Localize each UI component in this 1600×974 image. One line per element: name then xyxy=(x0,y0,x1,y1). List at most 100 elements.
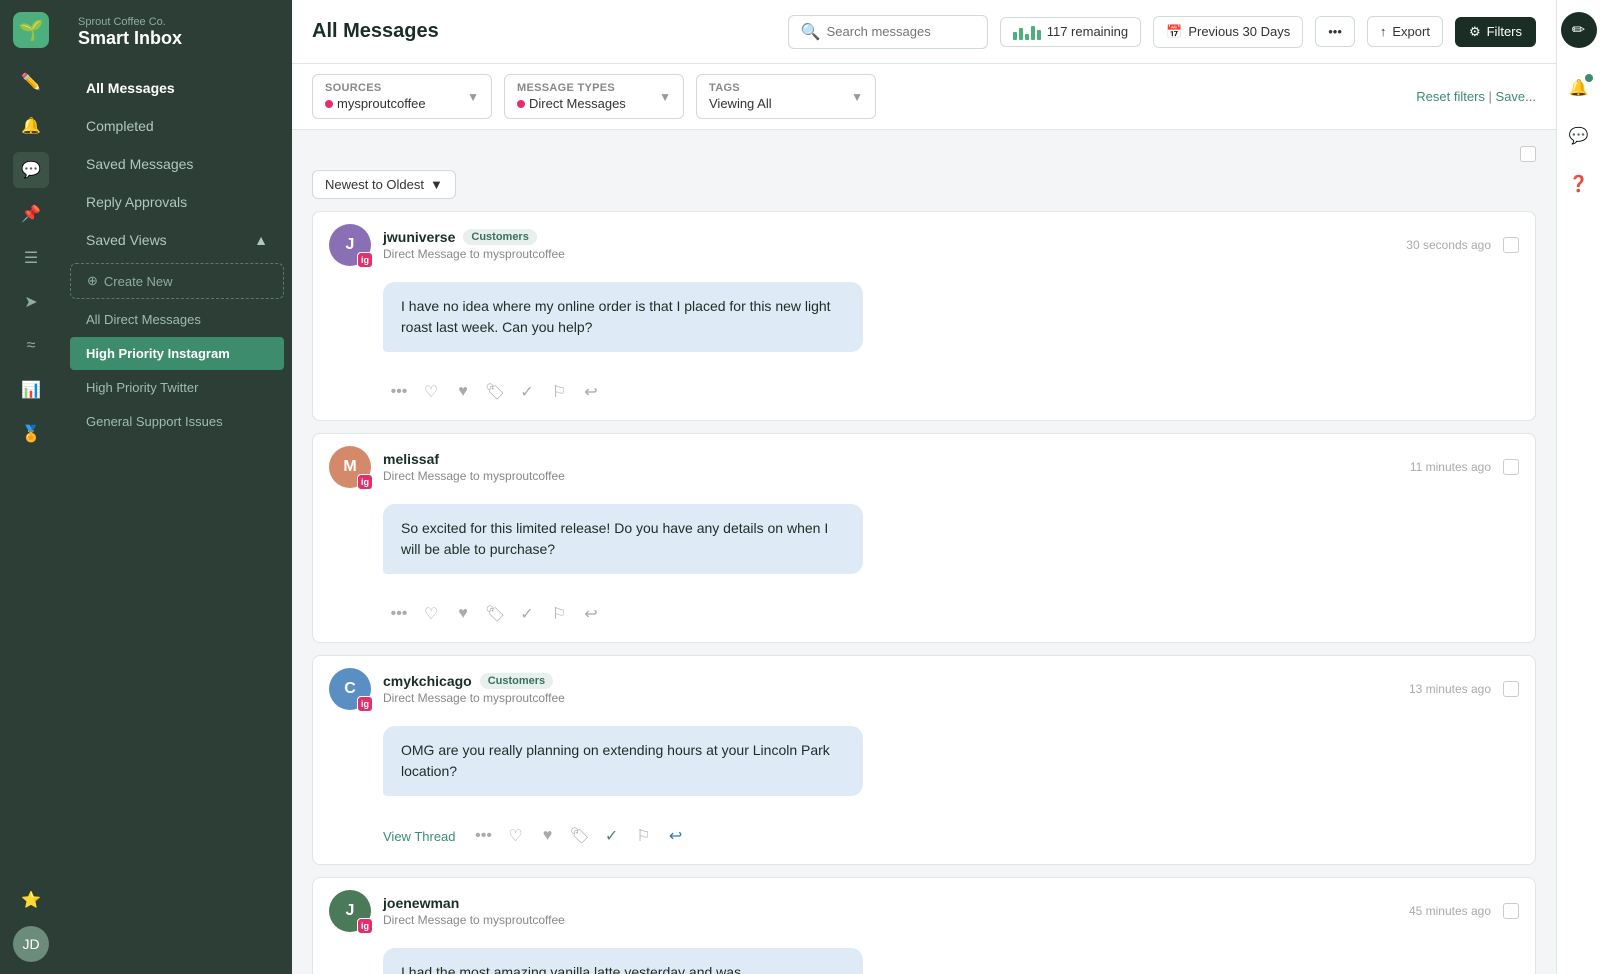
sort-dropdown[interactable]: Newest to Oldest ▼ xyxy=(312,170,456,199)
save-filters-link[interactable]: Save... xyxy=(1496,89,1536,104)
sidebar-item-all-direct[interactable]: All Direct Messages xyxy=(70,303,284,336)
more-action-icon[interactable]: ••• xyxy=(383,376,415,408)
reset-filters-link[interactable]: Reset filters xyxy=(1416,89,1485,104)
message-username: jwuniverse Customers xyxy=(383,229,1394,245)
message-types-label-group: Message Types Direct Messages xyxy=(517,82,626,111)
nav-icon-badge[interactable]: 🏅 xyxy=(13,416,49,452)
search-bar[interactable]: 🔍 xyxy=(788,15,988,49)
remaining-button[interactable]: 117 remaining xyxy=(1000,17,1141,47)
message-types-dropdown[interactable]: Message Types Direct Messages ▼ xyxy=(504,74,684,119)
nav-icon-list[interactable]: ☰ xyxy=(13,240,49,276)
view-thread-link[interactable]: View Thread xyxy=(383,829,456,844)
nav-icon-chart[interactable]: 📊 xyxy=(13,372,49,408)
right-edit-icon[interactable]: ✏ xyxy=(1561,12,1597,48)
more-action-icon[interactable]: ••• xyxy=(468,820,500,852)
plus-icon: ⊕ xyxy=(87,273,98,289)
select-all-checkbox[interactable] xyxy=(1520,146,1536,162)
message-time: 11 minutes ago xyxy=(1410,460,1491,474)
heart-fill-icon[interactable]: ♥ xyxy=(447,598,479,630)
heart-fill-icon[interactable]: ♥ xyxy=(447,376,479,408)
heart-fill-icon[interactable]: ♥ xyxy=(532,820,564,852)
export-button[interactable]: ↑ Export xyxy=(1367,16,1443,47)
sources-dropdown[interactable]: Sources mysproutcoffee ▼ xyxy=(312,74,492,119)
date-range-label: Previous 30 Days xyxy=(1188,24,1290,39)
tags-label-group: Tags Viewing All xyxy=(709,82,772,111)
more-options-button[interactable]: ••• xyxy=(1315,16,1355,47)
heart-outline-icon[interactable]: ♡ xyxy=(415,598,447,630)
sidebar-item-hi-instagram[interactable]: High Priority Instagram xyxy=(70,337,284,370)
instagram-icon: ig xyxy=(357,918,373,934)
nav-icon-send[interactable]: ➤ xyxy=(13,284,49,320)
nav-avatar[interactable]: JD xyxy=(13,926,49,962)
message-header: J ig joenewman Direct Message to mysprou… xyxy=(313,878,1535,944)
avatar: M ig xyxy=(329,446,371,488)
message-types-title: Message Types xyxy=(517,82,626,94)
instagram-icon: ig xyxy=(357,696,373,712)
search-input[interactable] xyxy=(827,24,967,39)
message-checkbox[interactable] xyxy=(1503,681,1519,697)
pin-icon[interactable]: ⚐ xyxy=(543,598,575,630)
sidebar-brand: Sprout Coffee Co. Smart Inbox xyxy=(62,16,292,69)
search-icon: 🔍 xyxy=(801,22,821,42)
message-checkbox[interactable] xyxy=(1503,903,1519,919)
nav-icon-inbox[interactable]: 💬 xyxy=(13,152,49,188)
message-checkbox[interactable] xyxy=(1503,237,1519,253)
saved-views-sub: ⊕ Create New All Direct Messages High Pr… xyxy=(62,259,292,439)
reply-icon[interactable]: ↩ xyxy=(575,376,607,408)
tag-icon[interactable]: 🏷 xyxy=(479,376,511,408)
pin-icon[interactable]: ⚐ xyxy=(628,820,660,852)
tag-icon[interactable]: 🏷 xyxy=(479,598,511,630)
filters-button[interactable]: ⚙ Filters xyxy=(1455,17,1536,47)
message-checkbox[interactable] xyxy=(1503,459,1519,475)
message-bubble-area: I had the most amazing vanilla latte yes… xyxy=(313,944,1535,974)
chevron-up-icon: ▲ xyxy=(254,232,268,248)
tag-icon[interactable]: 🏷 xyxy=(564,820,596,852)
create-new-button[interactable]: ⊕ Create New xyxy=(70,263,284,299)
heart-outline-icon[interactable]: ♡ xyxy=(500,820,532,852)
sidebar-item-general-support[interactable]: General Support Issues xyxy=(70,405,284,438)
message-header: M ig melissaf Direct Message to mysprout… xyxy=(313,434,1535,500)
filters-icon: ⚙ xyxy=(1469,24,1481,40)
message-types-value: Direct Messages xyxy=(517,96,626,111)
nav-icon-pin[interactable]: 📌 xyxy=(13,196,49,232)
tags-value: Viewing All xyxy=(709,96,772,111)
message-time: 30 seconds ago xyxy=(1406,238,1491,252)
remaining-count: 117 remaining xyxy=(1047,24,1128,39)
complete-icon[interactable]: ✓ xyxy=(511,376,543,408)
pin-icon[interactable]: ⚐ xyxy=(543,376,575,408)
complete-icon[interactable]: ✓ xyxy=(511,598,543,630)
nav-icon-notifications[interactable]: 🔔 xyxy=(13,108,49,144)
right-chat-icon[interactable]: 💬 xyxy=(1563,120,1595,152)
message-username: joenewman xyxy=(383,895,1397,911)
create-new-label: Create New xyxy=(104,274,173,289)
message-sub: Direct Message to mysproutcoffee xyxy=(383,469,1398,483)
right-bell-icon[interactable]: 🔔 xyxy=(1563,72,1595,104)
right-help-icon[interactable]: ❓ xyxy=(1563,168,1595,200)
ellipsis-icon: ••• xyxy=(1328,24,1342,39)
sidebar-saved-views-header[interactable]: Saved Views ▲ xyxy=(70,222,284,258)
nav-icon-compose[interactable]: ✏️ xyxy=(13,64,49,100)
reply-active-icon[interactable]: ↩ xyxy=(660,820,692,852)
select-all-area xyxy=(312,146,1536,170)
reply-icon[interactable]: ↩ xyxy=(575,598,607,630)
date-range-button[interactable]: 📅 Previous 30 Days xyxy=(1153,16,1303,48)
tags-dropdown[interactable]: Tags Viewing All ▼ xyxy=(696,74,876,119)
sidebar-item-hi-twitter[interactable]: High Priority Twitter xyxy=(70,371,284,404)
sidebar-item-all-messages[interactable]: All Messages xyxy=(70,70,284,106)
more-action-icon[interactable]: ••• xyxy=(383,598,415,630)
message-card: M ig melissaf Direct Message to mysprout… xyxy=(312,433,1536,643)
heart-outline-icon[interactable]: ♡ xyxy=(415,376,447,408)
sidebar-item-saved-messages[interactable]: Saved Messages xyxy=(70,146,284,182)
avatar: C ig xyxy=(329,668,371,710)
sidebar-item-completed[interactable]: Completed xyxy=(70,108,284,144)
message-bubble-area: So excited for this limited release! Do … xyxy=(313,500,1535,590)
message-bubble: So excited for this limited release! Do … xyxy=(383,504,863,574)
nav-icon-wave[interactable]: ≈ xyxy=(13,328,49,364)
nav-icon-star[interactable]: ⭐ xyxy=(13,882,49,918)
message-card: J ig jwuniverse Customers Direct Message… xyxy=(312,211,1536,421)
message-card: C ig cmykchicago Customers Direct Messag… xyxy=(312,655,1536,865)
sidebar-item-reply-approvals[interactable]: Reply Approvals xyxy=(70,184,284,220)
message-actions: ••• ♡ ♥ 🏷 ✓ ⚐ ↩ xyxy=(313,590,1535,642)
sidebar-company: Sprout Coffee Co. xyxy=(78,16,276,28)
complete-active-icon[interactable]: ✓ xyxy=(596,820,628,852)
